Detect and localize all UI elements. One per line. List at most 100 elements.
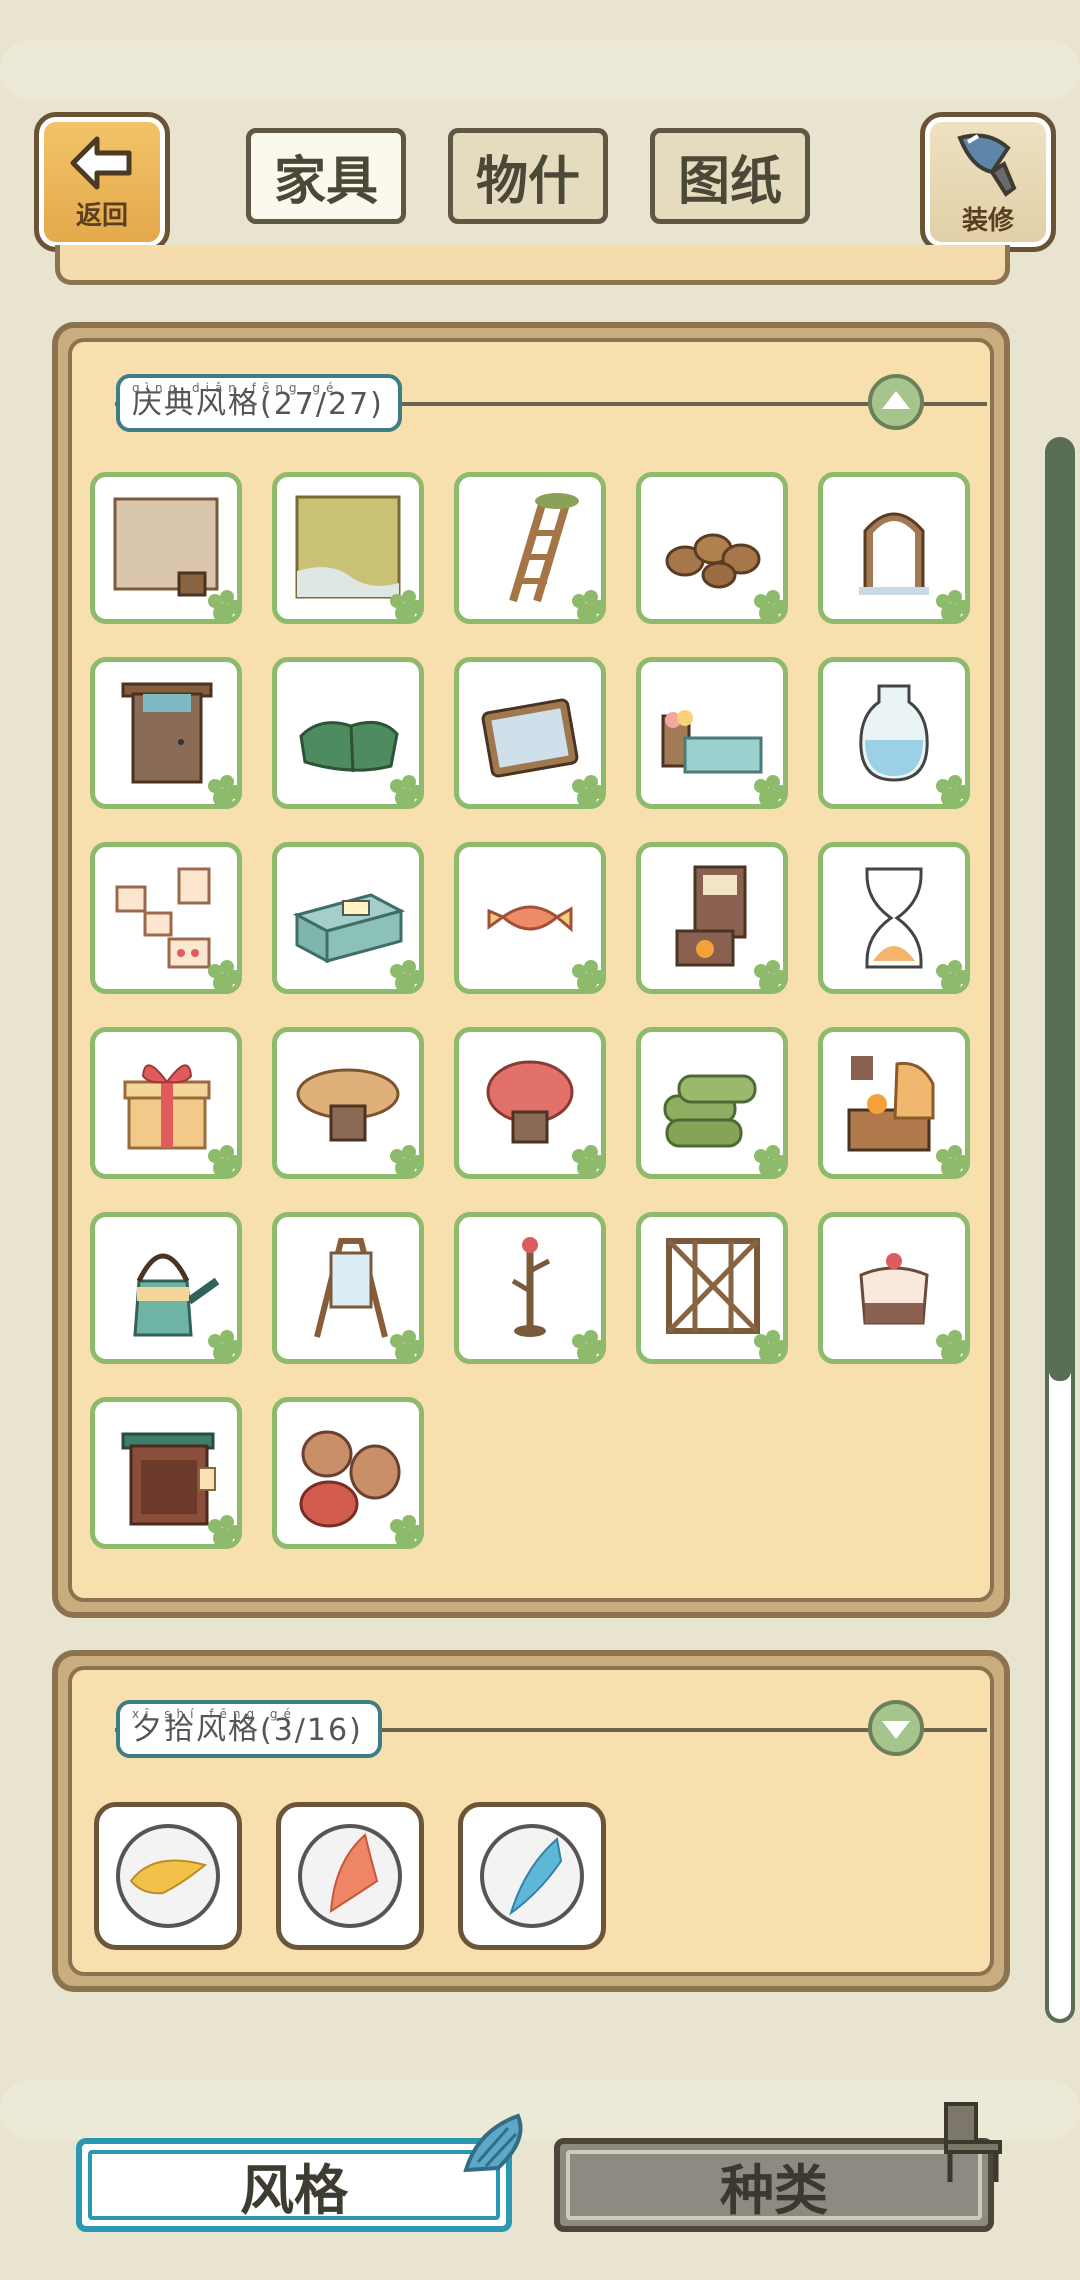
clover-badge-icon bbox=[208, 960, 242, 993]
watering-can-icon bbox=[133, 1253, 220, 1337]
clover-badge-icon bbox=[208, 775, 242, 808]
tab-furniture[interactable]: 家具 bbox=[246, 128, 406, 224]
category-label: 种类 bbox=[720, 2158, 828, 2222]
red-marble-icon bbox=[298, 1824, 402, 1928]
clover-badge-icon bbox=[208, 1515, 242, 1548]
tab-items[interactable]: 物什 bbox=[448, 128, 608, 224]
clover-badge-icon bbox=[208, 590, 242, 623]
furniture-item-wooden-fence[interactable] bbox=[636, 1212, 788, 1364]
shell-icon bbox=[463, 2113, 523, 2173]
furniture-item-green-chest[interactable] bbox=[272, 842, 424, 994]
furniture-item-grass-floor[interactable] bbox=[272, 472, 424, 624]
furniture-item-cake[interactable] bbox=[818, 1212, 970, 1364]
background-stripe bbox=[0, 2080, 1080, 2140]
back-button[interactable]: 返回 bbox=[34, 112, 170, 252]
section-pinyin: qìng diǎn fēng gé bbox=[132, 381, 340, 395]
marble-item-yellow[interactable] bbox=[94, 1802, 242, 1950]
clover-badge-icon bbox=[754, 960, 788, 993]
kitchen-stove-icon bbox=[847, 1056, 935, 1152]
clover-badge-icon bbox=[390, 775, 424, 808]
furniture-item-memo-board[interactable] bbox=[90, 842, 242, 994]
tan-mushroom-stool-icon bbox=[296, 1068, 400, 1142]
tab-furniture-label: 家具 bbox=[273, 151, 378, 212]
water-vase-icon bbox=[859, 684, 929, 782]
clover-badge-icon bbox=[936, 590, 970, 623]
chair-icon bbox=[944, 2102, 1002, 2182]
bed-icon bbox=[661, 710, 763, 774]
furniture-item-kitchen-stove[interactable] bbox=[818, 1027, 970, 1179]
clover-badge-icon bbox=[572, 1330, 606, 1363]
furniture-item-red-mushroom-stool[interactable] bbox=[454, 1027, 606, 1179]
back-label: 返回 bbox=[75, 200, 128, 231]
gift-box-icon bbox=[123, 1064, 211, 1150]
furniture-item-arched-window[interactable] bbox=[818, 472, 970, 624]
style-label: 风格 bbox=[240, 2158, 348, 2222]
furniture-item-ladder[interactable] bbox=[454, 472, 606, 624]
cake-icon bbox=[859, 1253, 929, 1325]
clover-badge-icon bbox=[208, 1330, 242, 1363]
furniture-item-clay-pots[interactable] bbox=[636, 472, 788, 624]
blue-marble-icon bbox=[480, 1824, 584, 1928]
furniture-item-wooden-cabinet[interactable] bbox=[90, 1397, 242, 1549]
scrollbar-thumb[interactable] bbox=[1049, 441, 1071, 1381]
yellow-marble-icon bbox=[116, 1824, 220, 1928]
furniture-item-watering-can[interactable] bbox=[90, 1212, 242, 1364]
clover-badge-icon bbox=[390, 1515, 424, 1548]
tab-blueprints-label: 图纸 bbox=[677, 151, 782, 212]
furniture-item-green-sleeping-bag[interactable] bbox=[272, 657, 424, 809]
tab-blueprints[interactable]: 图纸 bbox=[650, 128, 810, 224]
clover-badge-icon bbox=[208, 1145, 242, 1178]
wooden-door-icon bbox=[121, 682, 213, 784]
style-button[interactable]: 风格 bbox=[76, 2138, 512, 2232]
fireplace-shelf-icon bbox=[675, 865, 747, 967]
furniture-item-candy[interactable] bbox=[454, 842, 606, 994]
clover-badge-icon bbox=[754, 590, 788, 623]
red-mushroom-stool-icon bbox=[486, 1060, 574, 1144]
furniture-item-bed[interactable] bbox=[636, 657, 788, 809]
paint-brush-icon bbox=[957, 133, 1017, 197]
marble-item-red[interactable] bbox=[276, 1802, 424, 1950]
wall-tub-icon bbox=[113, 497, 219, 597]
furniture-item-coat-rack[interactable] bbox=[454, 1212, 606, 1364]
coat-rack-icon bbox=[511, 1237, 551, 1337]
sacks-icon bbox=[299, 1430, 401, 1528]
chevron-up-icon bbox=[882, 391, 910, 409]
furniture-item-fireplace-shelf[interactable] bbox=[636, 842, 788, 994]
furniture-item-hay-rolls[interactable] bbox=[636, 1027, 788, 1179]
arched-window-icon bbox=[859, 512, 929, 595]
furniture-item-easel-mirror[interactable] bbox=[272, 1212, 424, 1364]
expand-toggle-button[interactable] bbox=[868, 1700, 924, 1756]
furniture-item-water-vase[interactable] bbox=[818, 657, 970, 809]
chevron-down-icon bbox=[882, 1721, 910, 1739]
memo-board-icon bbox=[115, 867, 211, 969]
furniture-item-hourglass[interactable] bbox=[818, 842, 970, 994]
furniture-item-gift-box[interactable] bbox=[90, 1027, 242, 1179]
furniture-item-tan-mushroom-stool[interactable] bbox=[272, 1027, 424, 1179]
collapse-toggle-button[interactable] bbox=[868, 374, 924, 430]
tab-items-label: 物什 bbox=[475, 151, 580, 212]
furniture-item-wooden-door[interactable] bbox=[90, 657, 242, 809]
candy-icon bbox=[487, 905, 573, 933]
clover-badge-icon bbox=[754, 775, 788, 808]
decorate-button[interactable]: 装修 bbox=[920, 112, 1056, 252]
marble-item-blue[interactable] bbox=[458, 1802, 606, 1950]
section-pinyin: xī shí fēng gé bbox=[132, 1707, 297, 1721]
grass-floor-icon bbox=[295, 495, 401, 599]
furniture-item-tablet[interactable] bbox=[454, 657, 606, 809]
scrollbar[interactable] bbox=[1045, 437, 1075, 2023]
furniture-item-wall-tub[interactable] bbox=[90, 472, 242, 624]
wooden-fence-icon bbox=[666, 1238, 760, 1334]
section-title-celebration: qìng diǎn fēng gé 庆典风格 (27/27) bbox=[116, 374, 402, 432]
furniture-item-sacks[interactable] bbox=[272, 1397, 424, 1549]
clover-badge-icon bbox=[390, 1145, 424, 1178]
clover-badge-icon bbox=[936, 1145, 970, 1178]
section-title-reminiscence: xī shí fēng gé 夕拾风格 (3/16) bbox=[116, 1700, 382, 1758]
clover-badge-icon bbox=[572, 590, 606, 623]
background-stripe bbox=[0, 40, 1080, 100]
category-button[interactable]: 种类 bbox=[554, 2138, 994, 2232]
easel-mirror-icon bbox=[314, 1238, 388, 1338]
clover-badge-icon bbox=[936, 960, 970, 993]
clover-badge-icon bbox=[754, 1330, 788, 1363]
hourglass-icon bbox=[865, 867, 923, 969]
previous-panel-edge bbox=[55, 245, 1010, 285]
